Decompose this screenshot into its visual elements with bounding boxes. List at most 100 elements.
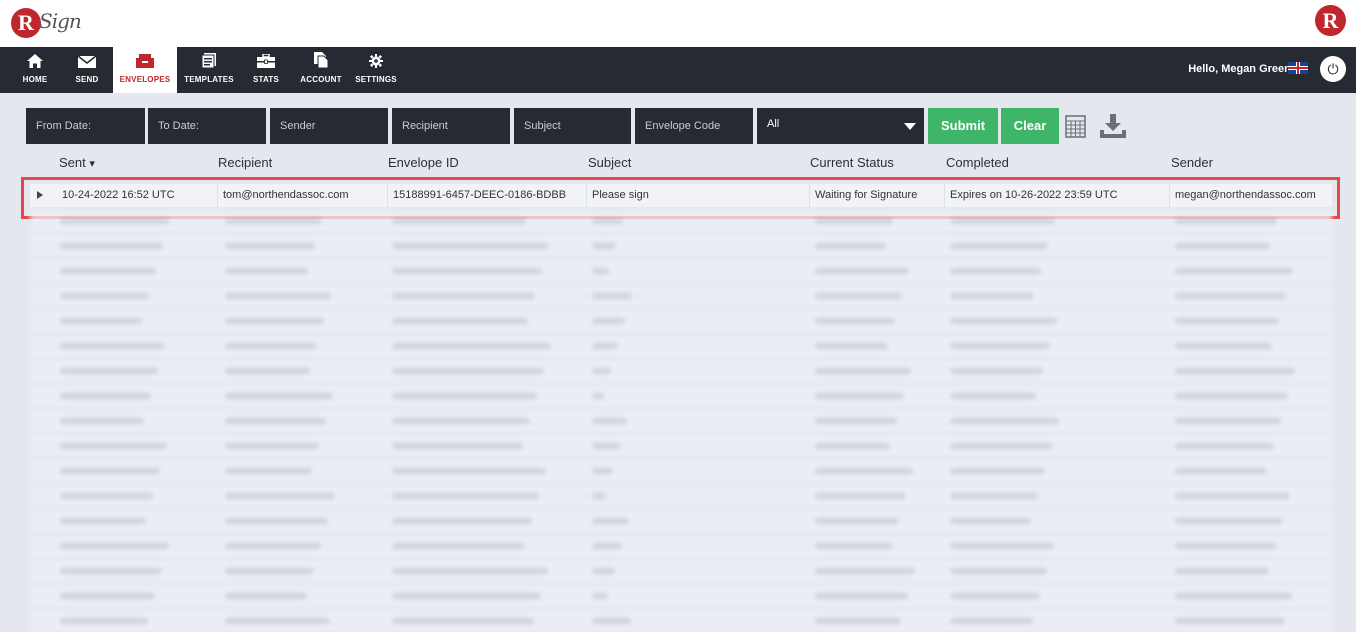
column-sent-label: Sent [59, 155, 86, 170]
table-row[interactable] [30, 610, 1332, 632]
blurred-cell [815, 368, 911, 374]
blurred-cell [1175, 343, 1272, 349]
blurred-cell [1175, 468, 1267, 474]
blurred-cell [60, 618, 148, 624]
blurred-cell [225, 218, 322, 224]
nav-settings[interactable]: SETTINGS [354, 47, 398, 93]
nav-stats[interactable]: STATS [246, 47, 286, 93]
table-row[interactable] [30, 585, 1332, 607]
rsign-logo[interactable]: R Sign [11, 6, 82, 42]
blurred-cell [950, 393, 1036, 399]
blurred-cell [815, 593, 908, 599]
download-icon[interactable] [1097, 108, 1129, 144]
blurred-cell [225, 468, 312, 474]
top-bar: R Sign R [0, 0, 1356, 47]
blurred-cell [392, 543, 525, 549]
blurred-cell [950, 518, 1031, 524]
table-row[interactable] [30, 560, 1332, 582]
blurred-cell [225, 318, 324, 324]
blurred-cell [1175, 318, 1279, 324]
brand-badge: R [1315, 5, 1346, 36]
blurred-cell [392, 493, 539, 499]
table-row[interactable] [30, 210, 1332, 232]
clear-button[interactable]: Clear [1001, 108, 1059, 144]
blurred-cell [592, 418, 627, 424]
table-row[interactable] [30, 460, 1332, 482]
status-select[interactable]: All [757, 108, 924, 144]
blurred-cell [1175, 243, 1270, 249]
blurred-cell [392, 568, 548, 574]
table-row[interactable] [30, 285, 1332, 307]
blurred-cell [392, 618, 534, 624]
blurred-cell [392, 518, 532, 524]
table-row[interactable] [30, 485, 1332, 507]
table-row[interactable] [30, 535, 1332, 557]
table-row[interactable] [30, 260, 1332, 282]
blurred-cell [592, 568, 615, 574]
table-row[interactable] [30, 310, 1332, 332]
blurred-cell [225, 543, 321, 549]
sender-input[interactable]: Sender [270, 108, 388, 144]
table-row[interactable] [30, 385, 1332, 407]
nav-home[interactable]: HOME [14, 47, 56, 93]
table-row[interactable] [30, 360, 1332, 382]
column-recipient[interactable]: Recipient [218, 155, 272, 170]
nav-stats-label: STATS [252, 75, 280, 84]
nav-templates-label: TEMPLATES [184, 75, 234, 84]
blurred-cell [592, 318, 625, 324]
nav-settings-label: SETTINGS [355, 75, 397, 84]
blurred-cell [815, 518, 899, 524]
logo-letter: R [11, 8, 41, 38]
blurred-cell [60, 343, 165, 349]
sort-down-icon: ▾ [89, 158, 95, 170]
nav-send-label: SEND [75, 75, 99, 84]
blurred-cell [60, 393, 151, 399]
column-sender[interactable]: Sender [1171, 155, 1213, 170]
blurred-cell [815, 268, 909, 274]
blurred-cell [225, 343, 317, 349]
table-row[interactable] [30, 435, 1332, 457]
blurred-cell [60, 318, 142, 324]
blurred-cell [392, 418, 530, 424]
nav-templates[interactable]: TEMPLATES [182, 47, 236, 93]
table-row[interactable] [30, 410, 1332, 432]
blurred-cell [950, 243, 1048, 249]
column-envelope-id[interactable]: Envelope ID [388, 155, 459, 170]
blurred-cell [815, 243, 886, 249]
to-date-input[interactable]: To Date: [148, 108, 266, 144]
table-row[interactable] [30, 335, 1332, 357]
subject-input[interactable]: Subject [514, 108, 631, 144]
blurred-cell [225, 393, 333, 399]
submit-button[interactable]: Submit [928, 108, 998, 144]
column-sent[interactable]: Sent ▾ [59, 155, 95, 170]
column-subject[interactable]: Subject [588, 155, 631, 170]
nav-envelopes[interactable]: ENVELOPES [113, 47, 177, 93]
nav-account[interactable]: ACCOUNT [296, 47, 346, 93]
calculator-icon[interactable] [1063, 108, 1089, 144]
nav-send[interactable]: SEND [66, 47, 108, 93]
blurred-cell [1175, 593, 1292, 599]
status-select-value: All [767, 118, 780, 130]
blurred-cell [1175, 618, 1285, 624]
blurred-cell [592, 543, 622, 549]
blurred-cell [815, 443, 890, 449]
user-area: Hello, Megan Greene ⏻ [1126, 47, 1356, 93]
blurred-cell [950, 443, 1052, 449]
from-date-input[interactable]: From Date: [26, 108, 145, 144]
column-current-status[interactable]: Current Status [810, 155, 894, 170]
blurred-cell [60, 368, 158, 374]
table-row[interactable] [30, 235, 1332, 257]
uk-flag-icon[interactable] [1288, 62, 1308, 74]
column-completed[interactable]: Completed [946, 155, 1009, 170]
blurred-cell [225, 293, 331, 299]
templates-icon [182, 47, 236, 75]
recipient-input[interactable]: Recipient [392, 108, 510, 144]
table-row[interactable] [30, 510, 1332, 532]
envelope-code-input[interactable]: Envelope Code [635, 108, 753, 144]
table-header: Sent ▾ Recipient Envelope ID Subject Cur… [0, 153, 1356, 173]
blurred-cell [815, 568, 915, 574]
blurred-cell [950, 568, 1047, 574]
blurred-cell [392, 368, 544, 374]
power-icon[interactable]: ⏻ [1320, 56, 1346, 82]
account-icon [296, 47, 346, 75]
